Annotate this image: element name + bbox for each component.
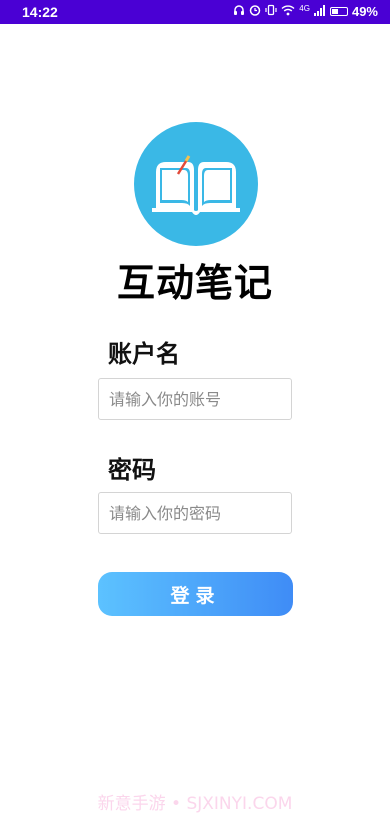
watermark: 新意手游 • SJXINYI.COM — [97, 794, 293, 814]
app-title: 互动笔记 — [116, 261, 273, 305]
account-input[interactable] — [98, 378, 292, 420]
battery-icon — [329, 7, 348, 16]
app-logo — [134, 122, 258, 246]
headphones-icon — [233, 4, 245, 19]
battery-level — [331, 9, 339, 14]
open-book-icon — [134, 122, 258, 246]
status-time: 14:22 — [22, 4, 58, 20]
alarm-icon — [249, 4, 261, 19]
vibrate-icon — [265, 4, 277, 19]
battery-percent: 49% — [351, 4, 378, 19]
status-icons: 4G 49% — [233, 4, 378, 19]
signal-icon — [313, 4, 326, 19]
account-label: 账户名 — [108, 340, 180, 368]
wifi-icon — [281, 4, 295, 19]
network-type-label: 4G — [299, 4, 310, 13]
password-label: 密码 — [108, 456, 156, 484]
login-button[interactable]: 登录 — [98, 572, 293, 616]
password-input[interactable] — [98, 492, 292, 534]
status-bar: 14:22 4G 49% — [0, 0, 390, 24]
